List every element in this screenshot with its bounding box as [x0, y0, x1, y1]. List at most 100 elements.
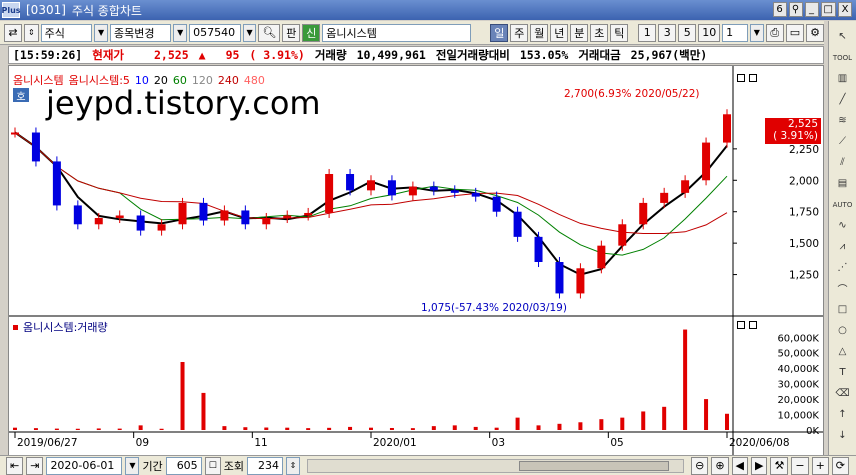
close-button[interactable]: X	[838, 2, 852, 17]
change-item-select[interactable]: 종목변경	[109, 23, 172, 42]
prev-ratio-value: 153.05%	[519, 48, 569, 62]
volume-y-tick-label: 10,000K	[777, 411, 819, 422]
market-dropdown-icon[interactable]: ▼	[94, 23, 108, 42]
eraser-icon[interactable]: ⌫	[833, 384, 853, 403]
link-icon[interactable]: ⇄	[4, 23, 22, 42]
arrow-up-icon[interactable]: ↑	[833, 405, 853, 424]
hoga-badge[interactable]: 호	[13, 88, 29, 103]
interval-3-button[interactable]: 3	[658, 23, 677, 42]
interval-1-button[interactable]: 1	[638, 23, 657, 42]
view-check-icon[interactable]: ☐	[204, 456, 221, 475]
candle-body	[220, 210, 229, 221]
prev-icon[interactable]: ⇤	[6, 456, 24, 475]
pointer-icon[interactable]: ↖	[833, 27, 853, 46]
candle-body	[325, 174, 334, 213]
period-second-tab[interactable]: 초	[590, 23, 609, 42]
spin-icon[interactable]: ⇕	[24, 23, 39, 42]
plus-icon[interactable]: +	[811, 456, 829, 475]
period-input[interactable]: 605	[165, 456, 202, 475]
candle-body	[115, 215, 124, 218]
tool-label[interactable]: TOOL	[833, 48, 853, 67]
save-icon[interactable]: ▭	[785, 23, 805, 42]
cycle-icon[interactable]: ⌒	[833, 279, 853, 298]
chart-scrollbar[interactable]	[307, 458, 685, 473]
scroll-left-icon[interactable]: ◀	[731, 456, 748, 475]
volume-y-tick-label: 40,000K	[777, 364, 819, 375]
search-icon[interactable]: 🔍︎	[258, 23, 281, 42]
app-logo-icon: Plus	[1, 2, 21, 18]
square-icon[interactable]: □	[833, 300, 853, 319]
volume-bar	[306, 428, 311, 430]
toolbar: ⇄ ⇕ 주식 ▼ 종목변경 ▼ 057540 ▼ 🔍︎ 판 신 옴니시스템 일 …	[0, 21, 825, 45]
arrow-down-icon[interactable]: ↓	[833, 426, 853, 445]
volume-pane-controls[interactable]	[737, 319, 757, 332]
interval-10-button[interactable]: 10	[698, 23, 721, 42]
x-tick-label: 03	[492, 437, 505, 449]
bar-icon[interactable]: ▤	[833, 174, 853, 193]
volume-bar	[599, 419, 604, 430]
amount-label: 거래대금	[578, 48, 621, 62]
auto-label[interactable]: AUTO	[833, 195, 853, 214]
circle-icon[interactable]: ○	[833, 321, 853, 340]
volume-bar	[704, 399, 709, 430]
triangle-icon[interactable]: △	[833, 342, 853, 361]
change-item-dropdown-icon[interactable]: ▼	[173, 23, 188, 42]
minus-icon[interactable]: −	[791, 456, 809, 475]
line-icon[interactable]: ╱	[833, 90, 853, 109]
interval-input[interactable]: 1	[722, 23, 748, 42]
candle-body	[283, 215, 292, 218]
next-icon[interactable]: ⇥	[26, 456, 44, 475]
code-input[interactable]: 057540	[189, 23, 241, 42]
wave-icon[interactable]: ∿	[833, 216, 853, 235]
minimize-button[interactable]: _	[804, 2, 819, 17]
trend-icon[interactable]: ⟋	[833, 132, 853, 151]
pin-icon[interactable]: ⚲	[788, 2, 803, 17]
volume-y-tick-label: 60,000K	[777, 333, 819, 344]
print-icon[interactable]: ⎙	[765, 23, 784, 42]
pan-button[interactable]: 판	[282, 23, 301, 42]
interval-dropdown-icon[interactable]: ▼	[749, 23, 764, 42]
period-week-tab[interactable]: 주	[510, 23, 529, 42]
refresh-icon[interactable]: ⟳	[831, 456, 849, 475]
chart-area[interactable]: 60,000K 50,000K 40,000K 30,000K 20,000K 10,00…	[8, 65, 824, 460]
chart-svg[interactable]: 60,000K 50,000K 40,000K 30,000K 20,000K 10,00…	[9, 66, 823, 459]
period-month-tab[interactable]: 월	[530, 23, 549, 42]
date-input[interactable]: 2020-06-01	[46, 456, 123, 475]
fan-icon[interactable]: ⋰	[833, 258, 853, 277]
view-stepper-icon[interactable]: ⇕	[286, 456, 301, 475]
interval-5-button[interactable]: 5	[678, 23, 697, 42]
x-tick-label: 05	[610, 437, 623, 449]
volume-bar	[557, 423, 562, 430]
current-price-box: 2,525 ( 3.91%)	[765, 118, 821, 144]
tools-icon[interactable]: ⚒	[770, 456, 789, 475]
candle-icon[interactable]: ▥	[833, 69, 853, 88]
zoom-in-icon[interactable]: ⊕	[711, 456, 729, 475]
candle-body	[262, 218, 271, 225]
restore-button[interactable]: □	[820, 2, 836, 17]
fibo-icon[interactable]: ≋	[833, 111, 853, 130]
market-select[interactable]: 주식	[40, 23, 93, 42]
channel-icon[interactable]: ⫽	[833, 153, 853, 172]
scroll-thumb[interactable]	[519, 460, 670, 471]
zoom-out-icon[interactable]: ⊖	[691, 456, 709, 475]
candle-body	[555, 262, 564, 294]
period-day-tab[interactable]: 일	[490, 23, 509, 42]
volume-bar	[725, 413, 729, 430]
code-dropdown-icon[interactable]: ▼	[242, 23, 257, 42]
text-icon[interactable]: T	[833, 363, 853, 382]
candle-body	[618, 224, 627, 246]
period-tick-tab[interactable]: 틱	[610, 23, 629, 42]
zigzag-icon[interactable]: ⩘	[833, 237, 853, 256]
settings-icon[interactable]: ⚙	[806, 23, 825, 42]
date-dropdown-icon[interactable]: ▼	[125, 456, 140, 475]
page-number-button[interactable]: 6	[772, 2, 787, 17]
volume-legend: 옴니시스템:거래량	[13, 319, 108, 335]
scroll-right-icon[interactable]: ▶	[751, 456, 768, 475]
price-pane-controls[interactable]	[737, 72, 757, 85]
period-year-tab[interactable]: 년	[550, 23, 569, 42]
volume-bar	[641, 411, 646, 430]
volume-bar	[452, 425, 457, 430]
period-minute-tab[interactable]: 분	[570, 23, 589, 42]
view-input[interactable]: 234	[247, 456, 284, 475]
volume-bar	[578, 422, 583, 430]
